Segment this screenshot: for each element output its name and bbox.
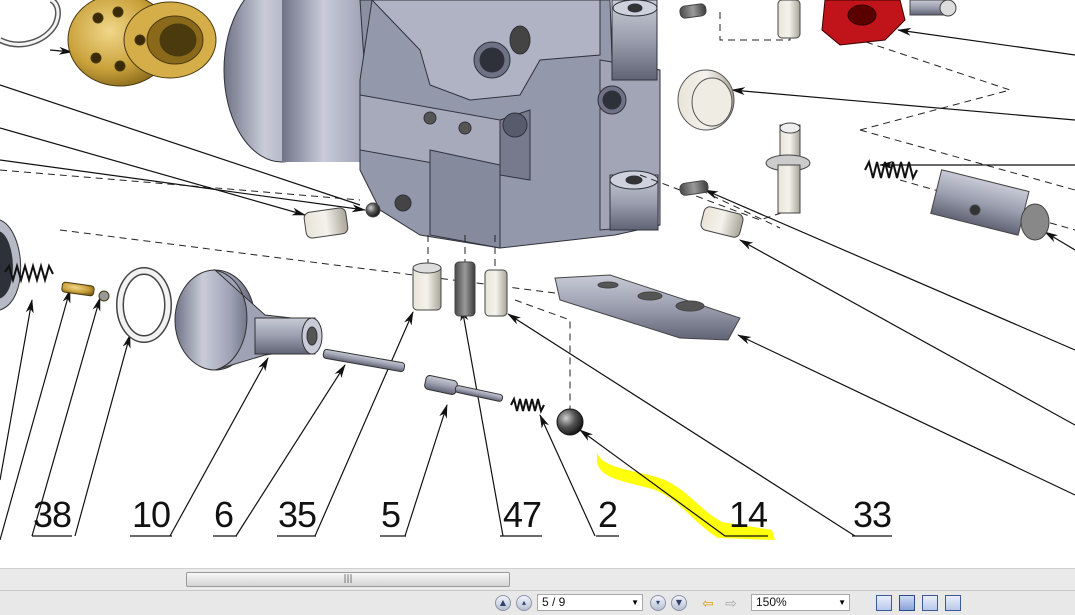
scrollbar-thumb[interactable]: ||| bbox=[186, 572, 510, 587]
callout-2: 2 bbox=[598, 494, 618, 535]
page-number-value: 5 / 9 bbox=[542, 595, 566, 609]
stepped-pin-right bbox=[765, 122, 811, 214]
callout-47: 47 bbox=[503, 494, 542, 535]
top-left-ring bbox=[0, 0, 61, 48]
continuous-page-icon[interactable] bbox=[899, 595, 915, 611]
next-page-icon[interactable]: ▾ bbox=[650, 595, 666, 611]
chevron-down-icon: ▼ bbox=[838, 598, 846, 607]
facing-pages-icon[interactable] bbox=[922, 595, 938, 611]
gold-nut-part bbox=[67, 0, 217, 87]
back-arrow-icon[interactable]: ⇦ bbox=[699, 595, 717, 611]
red-part bbox=[821, 0, 906, 46]
callout-35: 35 bbox=[278, 494, 317, 535]
chevron-down-icon: ▼ bbox=[631, 598, 639, 607]
first-page-icon[interactable]: ▲ bbox=[495, 595, 511, 611]
forward-arrow-icon[interactable]: ⇨ bbox=[722, 595, 740, 611]
callout-33: 33 bbox=[853, 494, 892, 535]
check-ball bbox=[556, 408, 584, 436]
single-page-icon[interactable] bbox=[876, 595, 892, 611]
previous-page-icon[interactable]: ▴ bbox=[516, 595, 532, 611]
callout-38: 38 bbox=[33, 494, 72, 535]
top-pins bbox=[679, 0, 801, 39]
nozzle-part bbox=[174, 269, 323, 371]
o-ring bbox=[116, 267, 172, 343]
viewer-toolbar: ▲ ▴ 5 / 9 ▼ ▾ ▼ ⇦ ⇨ 150% ▼ bbox=[0, 590, 1075, 615]
spring-small bbox=[510, 396, 545, 414]
last-page-icon[interactable]: ▼ bbox=[671, 595, 687, 611]
continuous-facing-icon[interactable] bbox=[945, 595, 961, 611]
wedge-block bbox=[554, 274, 741, 341]
brass-screw bbox=[61, 281, 110, 302]
long-pins bbox=[322, 348, 504, 402]
scrollbar-grip: ||| bbox=[343, 574, 353, 584]
plug-cap bbox=[677, 69, 735, 131]
zoom-select[interactable]: 150% ▼ bbox=[751, 594, 850, 611]
exploded-view-drawing bbox=[0, 0, 1075, 541]
zoom-value: 150% bbox=[756, 595, 787, 609]
callout-5: 5 bbox=[381, 494, 401, 535]
page-number-select[interactable]: 5 / 9 ▼ bbox=[537, 594, 643, 611]
document-canvas: 38 10 6 35 5 47 2 14 33 bbox=[0, 0, 1075, 568]
horizontal-scrollbar[interactable]: ||| bbox=[0, 568, 1075, 590]
vertical-pins bbox=[412, 261, 508, 317]
small-plug-top-right bbox=[909, 0, 957, 17]
callout-14: 14 bbox=[729, 494, 768, 535]
piston-right bbox=[930, 169, 1050, 241]
callout-10: 10 bbox=[132, 494, 171, 535]
callout-6: 6 bbox=[214, 494, 234, 535]
